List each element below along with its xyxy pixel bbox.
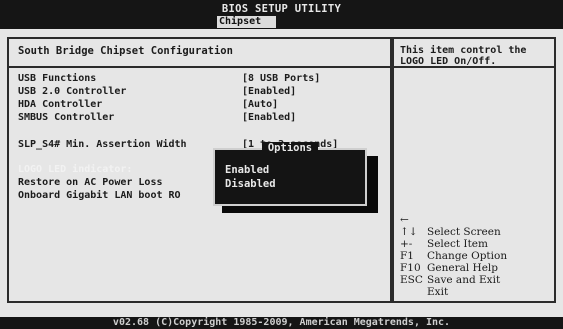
setting-smbus-controller[interactable]: SMBUS Controller xyxy=(18,112,114,123)
key-desc: Change Option xyxy=(427,250,508,262)
key-desc: Save and Exit xyxy=(427,274,501,286)
setting-logo-led-indicator[interactable]: LOGO LED indicator: xyxy=(18,164,132,175)
setting-hda-controller-value[interactable]: [Auto] xyxy=(242,99,278,110)
bios-title: BIOS SETUP UTILITY xyxy=(221,3,342,15)
popup-title: Options xyxy=(215,142,365,154)
help-panel: This item control the LOGO LED On/Off. ←… xyxy=(392,37,556,303)
key-row: ESC Exit xyxy=(400,262,448,310)
setting-restore-ac-power-loss[interactable]: Restore on AC Power Loss xyxy=(18,177,163,188)
copyright-footer: v02.68 (C)Copyright 1985-2009, American … xyxy=(0,317,563,329)
section-divider xyxy=(9,66,390,68)
esc-key: ESC xyxy=(400,274,423,286)
setting-smbus-controller-value[interactable]: [Enabled] xyxy=(242,112,296,123)
section-title: South Bridge Chipset Configuration xyxy=(18,45,233,57)
setting-slp-s4-width[interactable]: SLP_S4# Min. Assertion Width xyxy=(18,139,187,150)
help-text: This item control the LOGO LED On/Off. xyxy=(400,45,527,67)
option-enabled[interactable]: Enabled xyxy=(225,164,269,176)
setting-usb2-controller-value[interactable]: [Enabled] xyxy=(242,86,296,97)
key-desc: Select Screen xyxy=(427,226,501,238)
key-desc: General Help xyxy=(427,262,499,274)
setting-usb2-controller[interactable]: USB 2.0 Controller xyxy=(18,86,126,97)
setting-usb-functions[interactable]: USB Functions xyxy=(18,73,96,84)
option-disabled[interactable]: Disabled xyxy=(225,178,276,190)
setting-hda-controller[interactable]: HDA Controller xyxy=(18,99,102,110)
options-popup: Options Enabled Disabled xyxy=(213,142,367,206)
key-desc: Select Item xyxy=(427,238,488,250)
help-divider xyxy=(394,66,554,68)
tab-chipset[interactable]: Chipset xyxy=(217,16,276,28)
setting-usb-functions-value[interactable]: [8 USB Ports] xyxy=(242,73,320,84)
setting-onboard-lan-boot-rom[interactable]: Onboard Gigabit LAN boot RO xyxy=(18,190,181,201)
title-bar: BIOS SETUP UTILITY Chipset xyxy=(0,0,563,29)
key-desc: Exit xyxy=(427,286,449,298)
